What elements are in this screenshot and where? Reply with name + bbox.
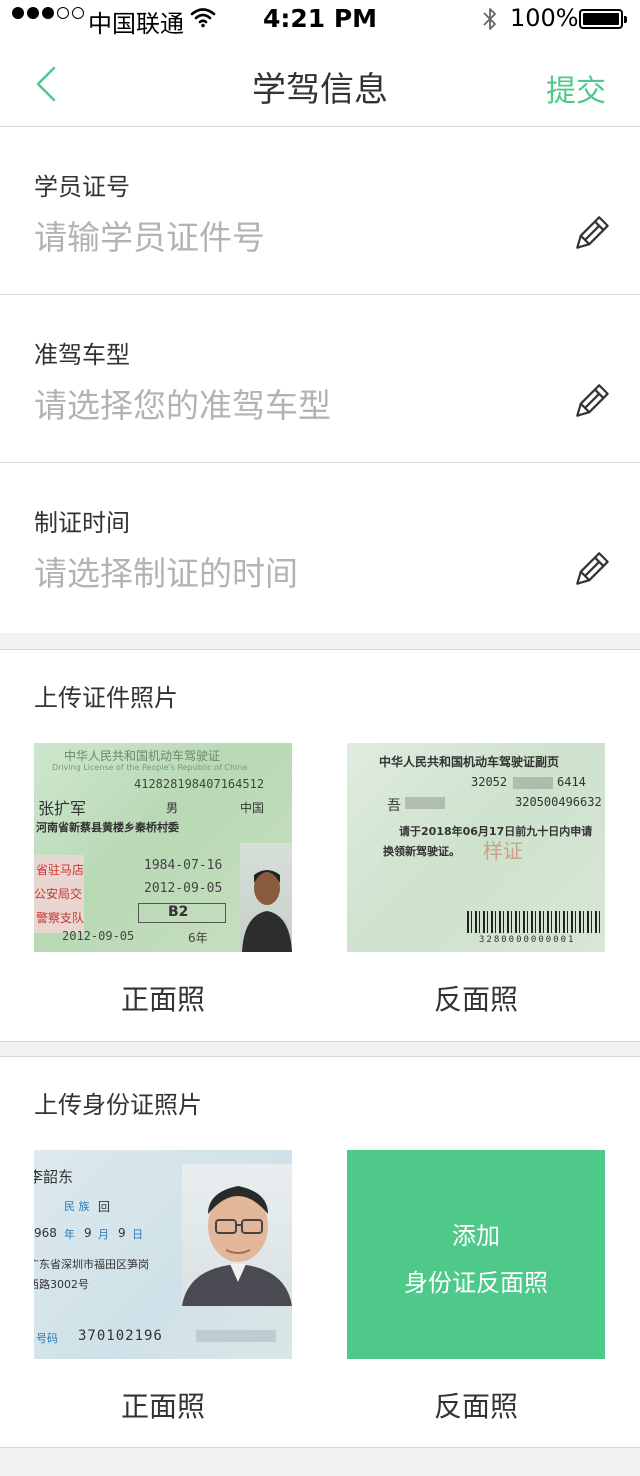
license-class-input[interactable] xyxy=(34,381,534,429)
card-text: 9 xyxy=(118,1226,126,1240)
card-text: 2012-09-05 xyxy=(62,929,135,943)
status-bar: 中国联通 4:21 PM 100% xyxy=(0,0,640,40)
back-caption: 反面照 xyxy=(433,983,518,1016)
card-text: 412828198407164512 xyxy=(134,777,265,791)
id-photos-section: 上传身份证照片 李韶东 民 族 回 968 年 9 月 9 日 广东省深圳市福田… xyxy=(0,1056,640,1448)
nav-bar: 学驾信息 提交 xyxy=(0,40,640,127)
card-text: 2012-09-05 xyxy=(144,881,223,896)
blur-mask xyxy=(513,777,553,789)
card-text: 河南省新蔡县黄楼乡秦桥村委 xyxy=(36,821,179,834)
card-text: 320500496632 xyxy=(515,795,602,809)
front-caption: 正面照 xyxy=(120,1390,205,1423)
card-text: 公安局交 xyxy=(34,887,83,901)
field-student-id: 学员证号 xyxy=(0,127,640,295)
field-issue-date: 制证时间 xyxy=(0,463,640,633)
form-section: 学员证号 准驾车型 xyxy=(0,127,640,633)
field-label: 准驾车型 xyxy=(34,341,130,369)
card-text: 中华人民共和国机动车驾驶证副页 xyxy=(379,755,560,769)
card-text: 3280000000001 xyxy=(479,935,576,945)
card-text: 中国 xyxy=(240,801,265,815)
section-title: 上传身份证照片 xyxy=(34,1091,202,1119)
card-text: 1984-07-16 xyxy=(144,858,223,873)
license-front-photo[interactable]: 中华人民共和国机动车驾驶证 Driving License of the Peo… xyxy=(34,743,292,952)
battery-icon xyxy=(579,9,627,29)
back-caption: 反面照 xyxy=(433,1390,518,1423)
pencil-icon[interactable] xyxy=(570,383,610,423)
field-license-class: 准驾车型 xyxy=(0,295,640,463)
battery-percent: 100% xyxy=(510,4,579,32)
card-text: 32052 xyxy=(471,775,508,789)
section-title: 上传证件照片 xyxy=(34,684,178,712)
card-text: 年 xyxy=(64,1228,75,1241)
add-id-back-button[interactable]: 添加 身份证反面照 xyxy=(347,1150,605,1359)
card-text: 968 xyxy=(34,1226,57,1240)
license-photos-section: 上传证件照片 中华人民共和国机动车驾驶证 Driving License of … xyxy=(0,649,640,1042)
pencil-icon[interactable] xyxy=(570,551,610,591)
card-text: 民 族 xyxy=(64,1200,90,1213)
card-text: 换领新驾驶证。 xyxy=(383,845,460,858)
license-front-card-image: 中华人民共和国机动车驾驶证 Driving License of the Peo… xyxy=(34,743,292,952)
card-text: 男 xyxy=(166,801,179,815)
id-front-card-image: 李韶东 民 族 回 968 年 9 月 9 日 广东省深圳市福田区笋岗 西路30… xyxy=(34,1150,292,1359)
card-text: 6年 xyxy=(188,931,208,945)
barcode xyxy=(467,911,601,933)
card-text: 9 xyxy=(84,1226,92,1240)
card-text: 6414 xyxy=(557,775,586,789)
license-back-card-image: 中华人民共和国机动车驾驶证副页 32052 6414 吾 32050049663… xyxy=(347,743,605,952)
card-text: 号码 xyxy=(36,1332,58,1345)
id-front-photo[interactable]: 李韶东 民 族 回 968 年 9 月 9 日 广东省深圳市福田区笋岗 西路30… xyxy=(34,1150,292,1359)
front-caption: 正面照 xyxy=(120,983,205,1016)
card-text: 广东省深圳市福田区笋岗 xyxy=(34,1258,149,1271)
card-text: 回 xyxy=(98,1200,111,1214)
license-back-photo[interactable]: 中华人民共和国机动车驾驶证副页 32052 6414 吾 32050049663… xyxy=(347,743,605,952)
card-text: 李韶东 xyxy=(34,1168,74,1186)
card-text: 月 xyxy=(98,1228,109,1241)
page-title: 学驾信息 xyxy=(252,70,388,110)
blur-mask xyxy=(196,1330,276,1342)
card-text: 警察支队 xyxy=(36,911,85,925)
submit-button[interactable]: 提交 xyxy=(546,66,606,110)
card-text: 省驻马店 xyxy=(36,863,85,877)
card-text: 370102196 xyxy=(78,1328,163,1344)
portrait-photo xyxy=(240,843,292,952)
card-text: 张扩军 xyxy=(38,799,87,818)
issue-date-input[interactable] xyxy=(34,549,534,597)
card-text: 中华人民共和国机动车驾驶证 xyxy=(64,749,221,763)
card-text: 吾 xyxy=(387,798,401,814)
blur-mask xyxy=(405,797,445,809)
field-label: 制证时间 xyxy=(34,509,130,537)
add-label: 添加 xyxy=(452,1222,500,1250)
card-text: 西路3002号 xyxy=(34,1278,89,1291)
card-text: 日 xyxy=(132,1228,143,1241)
card-text: B2 xyxy=(168,904,189,920)
bluetooth-icon xyxy=(481,5,499,39)
watermark: 样证 xyxy=(483,839,523,863)
add-sublabel: 身份证反面照 xyxy=(404,1269,548,1297)
portrait-photo xyxy=(182,1164,292,1306)
field-label: 学员证号 xyxy=(34,173,130,201)
student-id-input[interactable] xyxy=(34,213,534,261)
pencil-icon[interactable] xyxy=(570,215,610,255)
card-text: Driving License of the People's Republic… xyxy=(52,763,248,772)
